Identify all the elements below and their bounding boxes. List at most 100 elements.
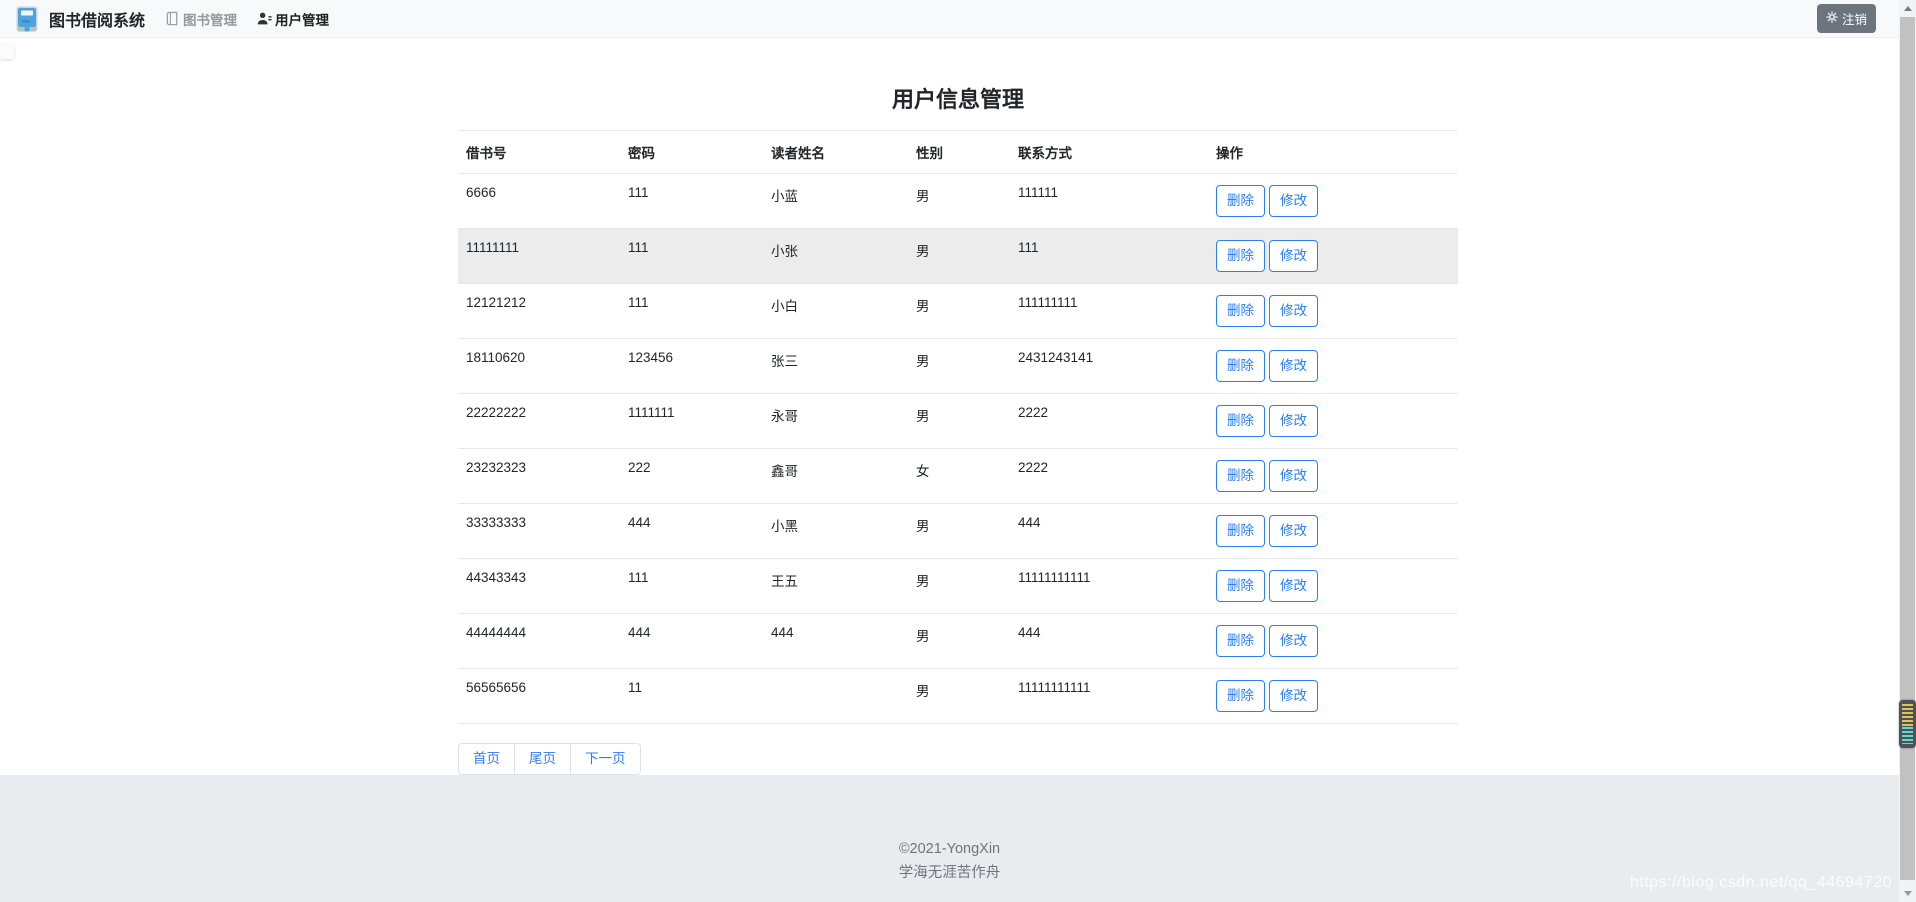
cell-password: 444 <box>620 614 763 669</box>
cell-gender: 男 <box>908 614 1010 669</box>
edit-button[interactable]: 修改 <box>1269 295 1318 327</box>
logout-button[interactable]: 注销 <box>1817 4 1876 33</box>
cell-id: 12121212 <box>458 284 620 339</box>
delete-button[interactable]: 删除 <box>1216 570 1265 602</box>
pagination: 首页 尾页 下一页 <box>458 743 641 775</box>
delete-button[interactable]: 删除 <box>1216 295 1265 327</box>
cell-actions: 删除修改 <box>1208 284 1458 339</box>
cell-id: 44343343 <box>458 559 620 614</box>
cell-actions: 删除修改 <box>1208 559 1458 614</box>
table-header-row: 借书号 密码 读者姓名 性别 联系方式 操作 <box>458 131 1458 174</box>
column-header-password: 密码 <box>620 131 763 174</box>
cell-password: 1111111 <box>620 394 763 449</box>
column-header-contact: 联系方式 <box>1010 131 1208 174</box>
cell-contact: 444 <box>1010 504 1208 559</box>
pagination-next-button[interactable]: 下一页 <box>570 743 641 775</box>
cell-id: 23232323 <box>458 449 620 504</box>
cell-password: 444 <box>620 504 763 559</box>
cell-gender: 女 <box>908 449 1010 504</box>
edit-button[interactable]: 修改 <box>1269 240 1318 272</box>
delete-button[interactable]: 删除 <box>1216 460 1265 492</box>
table-row: 18110620123456张三男2431243141删除修改 <box>458 339 1458 394</box>
table-row: 33333333444小黑男444删除修改 <box>458 504 1458 559</box>
delete-button[interactable]: 删除 <box>1216 515 1265 547</box>
watermark-url: https://blog.csdn.net/qq_44694720 <box>1630 874 1892 892</box>
cell-name: 鑫哥 <box>763 449 908 504</box>
cell-name: 小蓝 <box>763 174 908 229</box>
pagination-last-button[interactable]: 尾页 <box>514 743 571 775</box>
user-table: 借书号 密码 读者姓名 性别 联系方式 操作 6666111小蓝男111111删… <box>458 130 1458 724</box>
cell-password: 11 <box>620 669 763 724</box>
delete-button[interactable]: 删除 <box>1216 350 1265 382</box>
cell-name <box>763 669 908 724</box>
cell-contact: 11111111111 <box>1010 669 1208 724</box>
cell-contact: 444 <box>1010 614 1208 669</box>
table-row: 222222221111111永哥男2222删除修改 <box>458 394 1458 449</box>
page-title: 用户信息管理 <box>458 82 1458 114</box>
column-header-reader-name: 读者姓名 <box>763 131 908 174</box>
cell-actions: 删除修改 <box>1208 394 1458 449</box>
cell-actions: 删除修改 <box>1208 229 1458 284</box>
brand[interactable]: 图书借阅系统 <box>14 6 145 32</box>
cell-actions: 删除修改 <box>1208 614 1458 669</box>
book-logo-icon <box>14 6 40 32</box>
table-row: 44444444444444男444删除修改 <box>458 614 1458 669</box>
book-icon <box>165 11 180 26</box>
cell-id: 56565656 <box>458 669 620 724</box>
cell-gender: 男 <box>908 339 1010 394</box>
delete-button[interactable]: 删除 <box>1216 405 1265 437</box>
scroll-down-arrow[interactable] <box>1899 885 1916 902</box>
delete-button[interactable]: 删除 <box>1216 680 1265 712</box>
cell-actions: 删除修改 <box>1208 174 1458 229</box>
cell-name: 小张 <box>763 229 908 284</box>
table-row: 12121212111小白男111111111删除修改 <box>458 284 1458 339</box>
table-row: 44343343111王五男11111111111删除修改 <box>458 559 1458 614</box>
cell-contact: 11111111111 <box>1010 559 1208 614</box>
cell-password: 222 <box>620 449 763 504</box>
cell-gender: 男 <box>908 174 1010 229</box>
scrollbar-thumb[interactable] <box>1900 17 1915 880</box>
cell-actions: 删除修改 <box>1208 504 1458 559</box>
cell-id: 18110620 <box>458 339 620 394</box>
edit-button[interactable]: 修改 <box>1269 680 1318 712</box>
pagination-first-button[interactable]: 首页 <box>458 743 515 775</box>
cell-password: 111 <box>620 174 763 229</box>
nav-item-books[interactable]: 图书管理 <box>165 9 237 29</box>
cell-name: 444 <box>763 614 908 669</box>
table-row: 11111111111小张男111删除修改 <box>458 229 1458 284</box>
edit-button[interactable]: 修改 <box>1269 570 1318 602</box>
gear-icon <box>1826 11 1838 26</box>
edit-button[interactable]: 修改 <box>1269 185 1318 217</box>
cell-name: 王五 <box>763 559 908 614</box>
delete-button[interactable]: 删除 <box>1216 625 1265 657</box>
cell-name: 张三 <box>763 339 908 394</box>
user-icon <box>257 11 272 26</box>
delete-button[interactable]: 删除 <box>1216 185 1265 217</box>
cell-id: 22222222 <box>458 394 620 449</box>
cell-actions: 删除修改 <box>1208 339 1458 394</box>
edit-button[interactable]: 修改 <box>1269 460 1318 492</box>
cell-name: 小黑 <box>763 504 908 559</box>
edit-button[interactable]: 修改 <box>1269 515 1318 547</box>
table-row: 5656565611 男11111111111删除修改 <box>458 669 1458 724</box>
edit-button[interactable]: 修改 <box>1269 405 1318 437</box>
cell-gender: 男 <box>908 559 1010 614</box>
nav-item-users[interactable]: 用户管理 <box>257 9 329 29</box>
cell-gender: 男 <box>908 284 1010 339</box>
footer-motto: 学海无涯苦作舟 <box>0 861 1899 885</box>
cell-gender: 男 <box>908 669 1010 724</box>
nav-item-users-label: 用户管理 <box>275 9 329 29</box>
column-header-gender: 性别 <box>908 131 1010 174</box>
cell-contact: 2222 <box>1010 449 1208 504</box>
edit-button[interactable]: 修改 <box>1269 625 1318 657</box>
cell-gender: 男 <box>908 229 1010 284</box>
cell-password: 111 <box>620 229 763 284</box>
cell-id: 33333333 <box>458 504 620 559</box>
main-content: 用户信息管理 借书号 密码 读者姓名 性别 联系方式 操作 6666111小蓝男… <box>458 0 1458 775</box>
vertical-scrollbar[interactable] <box>1899 0 1916 902</box>
edit-button[interactable]: 修改 <box>1269 350 1318 382</box>
delete-button[interactable]: 删除 <box>1216 240 1265 272</box>
scroll-up-arrow[interactable] <box>1899 0 1916 17</box>
cell-name: 小白 <box>763 284 908 339</box>
scroll-minimap-widget <box>1899 700 1916 748</box>
